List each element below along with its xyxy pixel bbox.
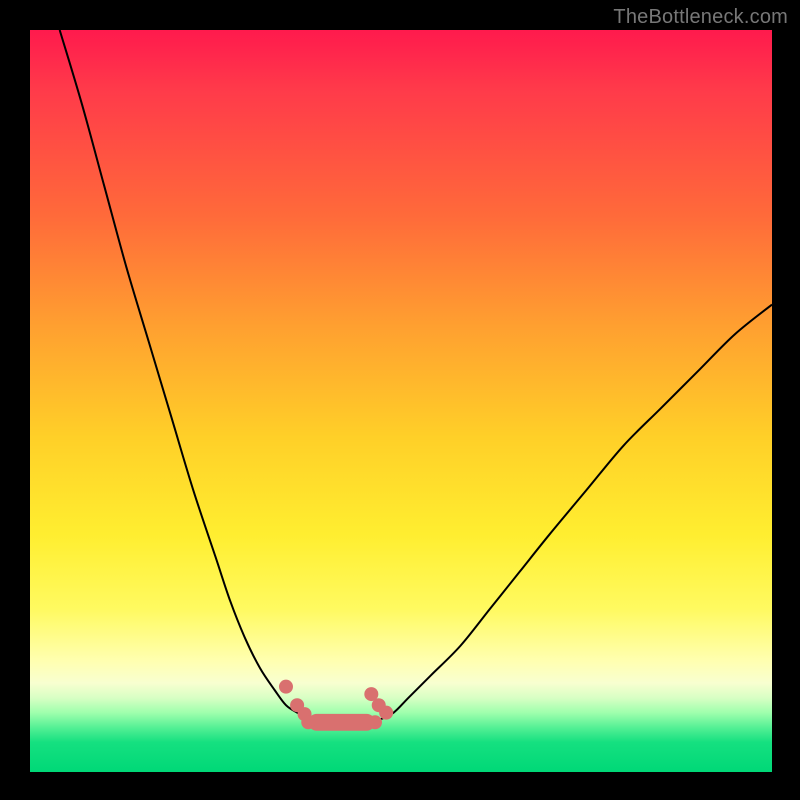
marker-dot xyxy=(379,706,393,720)
marker-dot xyxy=(301,715,315,729)
plot-area xyxy=(30,30,772,772)
series-left-curve xyxy=(60,30,312,720)
series-right-curve xyxy=(379,305,772,721)
watermark-text: TheBottleneck.com xyxy=(613,6,788,29)
marker-layer xyxy=(279,680,393,731)
chart-svg xyxy=(30,30,772,772)
curve-layer xyxy=(60,30,772,724)
chart-frame: TheBottleneck.com xyxy=(0,0,800,800)
marker-dot xyxy=(279,680,293,694)
marker-dot xyxy=(368,715,382,729)
marker-flat-segment xyxy=(308,714,375,731)
